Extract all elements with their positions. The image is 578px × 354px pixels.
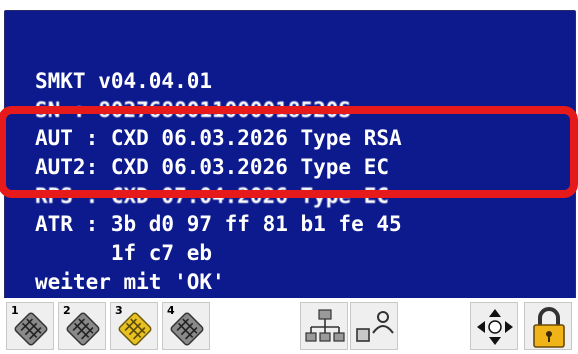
display-line-atr-continued: 1f c7 eb: [35, 241, 213, 266]
display-line-aut2: AUT2: CXD 06.03.2026 Type EC: [35, 155, 390, 180]
function-toolbar: 1 2 3 4: [0, 298, 578, 354]
display-line-aut: AUT : CXD 06.03.2026 Type RSA: [35, 126, 402, 151]
display-line-version: SMKT v04.04.01: [35, 69, 213, 93]
display-line-atr: ATR : 3b d0 97 ff 81 b1 fe 45: [35, 212, 402, 237]
slot-number: 3: [115, 304, 123, 317]
lock-icon: [533, 307, 565, 348]
card-slot-1-button[interactable]: 1: [6, 302, 54, 350]
display-line-rps: RPS : CXD 07.04.2026 Type EC: [35, 183, 390, 208]
lock-button[interactable]: [524, 302, 572, 350]
display-line-prompt: weiter mit 'OK': [35, 269, 225, 294]
card-slot-2-button[interactable]: 2: [58, 302, 106, 350]
slot-number: 2: [63, 304, 71, 317]
user-card-button[interactable]: [350, 302, 398, 350]
navigation-arrows-icon: [477, 309, 513, 345]
display-line-serial: SN : 8027688011000018520S: [35, 97, 352, 122]
terminal-display: SMKT v04.04.01 SN : 8027688011000018520S…: [4, 10, 576, 300]
navigation-button[interactable]: [470, 302, 518, 350]
slot-number: 1: [11, 304, 19, 317]
network-icon: [305, 309, 345, 342]
user-card-icon: [356, 311, 394, 342]
network-button[interactable]: [300, 302, 348, 350]
card-slot-4-button[interactable]: 4: [162, 302, 210, 350]
display-text-block: SMKT v04.04.01 SN : 8027688011000018520S…: [35, 67, 402, 297]
slot-number: 4: [167, 304, 175, 317]
card-slot-3-button[interactable]: 3: [110, 302, 158, 350]
